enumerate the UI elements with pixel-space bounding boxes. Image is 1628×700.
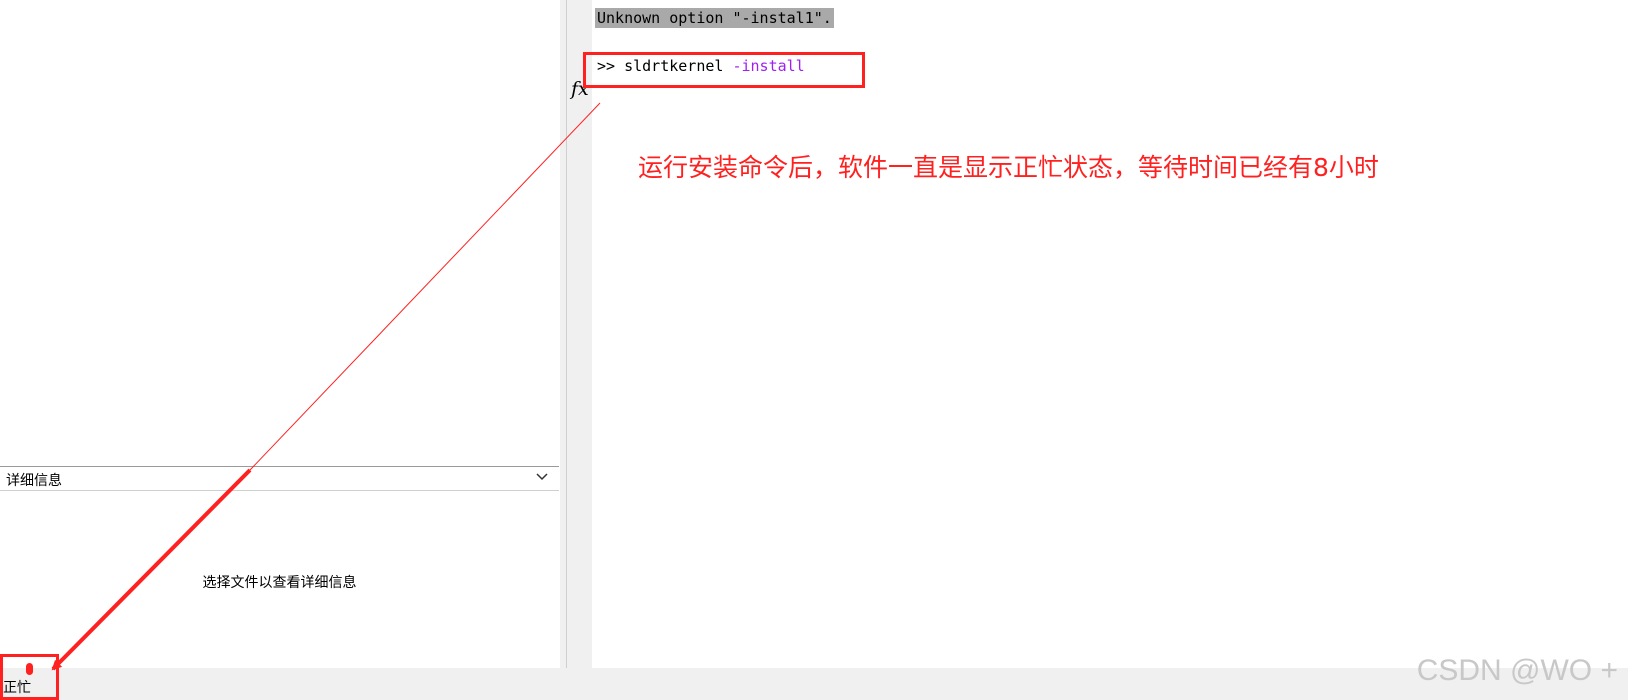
details-header[interactable]: 详细信息 bbox=[0, 466, 559, 491]
command-window-gutter bbox=[566, 0, 593, 668]
details-placeholder-text: 选择文件以查看详细信息 bbox=[202, 575, 357, 591]
status-bar bbox=[0, 668, 1628, 700]
current-folder-panel: 详细信息 选择文件以查看详细信息 bbox=[0, 0, 561, 668]
watermark: CSDN @WO + bbox=[1416, 654, 1618, 687]
annotation-text: 运行安装命令后，软件一直是显示正忙状态，等待时间已经有8小时 bbox=[638, 153, 1379, 182]
command-output-line: Unknown option "-instal1". bbox=[595, 8, 834, 28]
details-body: 选择文件以查看详细信息 bbox=[0, 492, 559, 668]
command-window[interactable]: Unknown option "-instal1". >> sldrtkerne… bbox=[592, 0, 1628, 668]
annotation-highlight-status bbox=[0, 654, 59, 700]
details-title: 详细信息 bbox=[6, 473, 62, 489]
file-list[interactable] bbox=[0, 0, 560, 466]
chevron-down-icon[interactable] bbox=[535, 470, 549, 484]
annotation-highlight-command bbox=[583, 52, 865, 88]
